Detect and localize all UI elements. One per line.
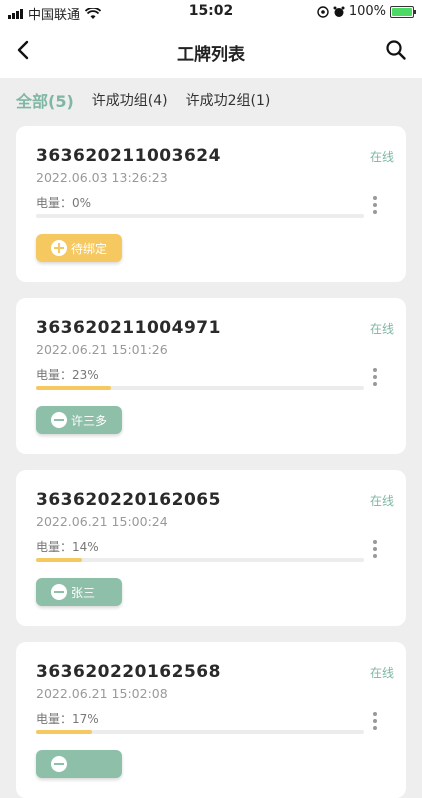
tab-all[interactable]: 全部(5) [16, 88, 74, 112]
page-title: 工牌列表 [177, 45, 245, 65]
battery-bar [36, 730, 92, 734]
minus-icon [51, 412, 67, 428]
online-status: 在线 [369, 494, 394, 508]
battery-track [36, 386, 364, 390]
online-status: 在线 [369, 150, 394, 164]
group-tabs: 全部(5) 许成功组(4) 许成功2组(1) [0, 78, 422, 122]
badge-card[interactable]: 363620211003624 2022.06.03 13:26:23 在线 电… [16, 126, 406, 282]
plus-icon [51, 240, 67, 256]
badge-card[interactable]: 363620211004971 2022.06.21 15:01:26 在线 电… [16, 298, 406, 454]
battery-bar [36, 386, 112, 390]
battery-label: 电量：0% [36, 196, 92, 210]
unbind-button[interactable]: 许三多 [36, 406, 122, 434]
chip-label: 张三 [71, 585, 96, 600]
more-icon[interactable] [372, 540, 378, 560]
minus-icon [51, 584, 67, 600]
status-bar: 中国联通 15:02 100% [0, 0, 422, 24]
minus-icon [51, 756, 67, 772]
search-icon[interactable] [384, 38, 408, 62]
battery-label: 电量：17% [36, 712, 99, 726]
battery-bar [36, 558, 82, 562]
tab-group-1[interactable]: 许成功组(4) [92, 90, 168, 110]
unbind-button[interactable] [36, 750, 122, 778]
unbind-button[interactable]: 张三 [36, 578, 122, 606]
badge-card[interactable]: 363620220162568 2022.06.21 15:02:08 在线 电… [16, 642, 406, 798]
badge-time: 2022.06.21 15:02:08 [36, 686, 168, 701]
more-icon[interactable] [372, 368, 378, 388]
battery-label: 电量：14% [36, 540, 99, 554]
location-icon [317, 5, 329, 18]
battery-percent: 100% [348, 4, 386, 19]
badge-time: 2022.06.21 15:00:24 [36, 514, 168, 529]
battery-track [36, 214, 364, 218]
bind-button[interactable]: 待绑定 [36, 234, 122, 262]
alarm-icon [333, 6, 345, 17]
tab-group-2[interactable]: 许成功2组(1) [186, 90, 271, 110]
badge-id: 363620220162065 [36, 490, 221, 510]
online-status: 在线 [369, 322, 394, 336]
more-icon[interactable] [372, 196, 378, 216]
badge-time: 2022.06.03 13:26:23 [36, 170, 168, 185]
battery-track [36, 730, 364, 734]
badge-time: 2022.06.21 15:01:26 [36, 342, 168, 357]
online-status: 在线 [369, 666, 394, 680]
battery-track [36, 558, 364, 562]
more-icon[interactable] [372, 712, 378, 732]
badge-id: 363620211003624 [36, 146, 221, 166]
battery-icon [390, 5, 416, 18]
badge-card[interactable]: 363620220162065 2022.06.21 15:00:24 在线 电… [16, 470, 406, 626]
chip-label: 许三多 [71, 413, 108, 428]
chip-label: 待绑定 [71, 241, 108, 256]
nav-bar: 工牌列表 [0, 24, 422, 78]
badge-id: 363620211004971 [36, 318, 221, 338]
battery-label: 电量：23% [36, 368, 99, 382]
badge-id: 363620220162568 [36, 662, 221, 682]
